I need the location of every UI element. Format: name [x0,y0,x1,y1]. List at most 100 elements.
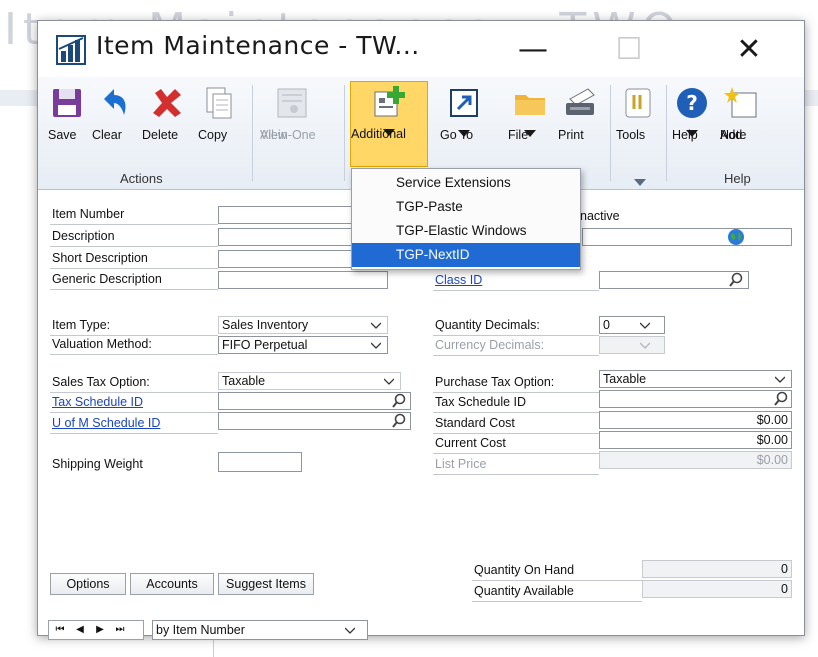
next-record-icon[interactable]: ▶ [91,621,109,639]
row-divider [433,474,599,475]
shipping-weight-field[interactable] [218,452,302,472]
note-icon [724,87,757,118]
last-record-icon[interactable]: ⏭ [111,621,129,639]
tax-schedule-id-link[interactable]: Tax Schedule ID [52,395,143,409]
current-cost-field[interactable]: $0.00 [599,431,792,449]
sales-tax-option-dropdown[interactable]: Taxable [218,372,401,390]
row-divider [50,289,218,290]
description-extra-field[interactable] [582,228,792,246]
purchase-tax-schedule-id-label: Tax Schedule ID [435,395,527,409]
clear-button[interactable]: Clear [92,83,136,163]
quantity-decimals-dropdown[interactable]: 0 [599,316,665,334]
quantity-on-hand-field: 0 [642,560,792,578]
item-number-field[interactable] [218,206,353,224]
tools-button[interactable]: Tools [616,83,660,163]
save-icon [53,89,81,117]
chevron-down-icon [640,342,650,349]
u-of-m-schedule-id-link[interactable]: U of M Schedule ID [52,416,160,430]
window-title: Item Maintenance - TW... [96,31,420,60]
chevron-down-icon [640,322,650,329]
purchase-tax-option-value: Taxable [603,372,647,386]
row-divider [50,268,218,269]
help-button[interactable]: ? Help [672,83,712,163]
all-in-one-view-button[interactable]: All-in-One View [260,83,324,163]
menu-item-service-extensions[interactable]: Service Extensions [352,171,580,195]
tools-icon [625,88,651,118]
tax-schedule-id-field[interactable] [218,392,411,410]
generic-description-field[interactable] [218,271,388,289]
sort-by-dropdown[interactable]: by Item Number [152,620,368,640]
row-divider [50,354,218,355]
copy-button[interactable]: Copy [198,83,240,163]
row-divider [472,601,642,602]
quantity-available-label: Quantity Available [474,584,574,598]
ribbon-group-actions: Actions [120,171,163,186]
quantity-decimals-label: Quantity Decimals: [435,318,540,332]
minimize-button[interactable]: — [498,21,568,77]
class-id-link[interactable]: Class ID [435,273,482,287]
purchase-tax-schedule-id-field[interactable] [599,390,792,408]
short-description-label: Short Description [52,251,148,265]
globe-icon[interactable] [727,228,745,246]
row-divider [50,224,218,225]
accounts-button[interactable]: Accounts [130,573,214,595]
save-button[interactable]: Save [48,83,86,163]
row-divider [433,412,599,413]
ribbon-separator [344,85,345,181]
short-description-field[interactable] [218,250,353,268]
svg-text:?: ? [686,91,698,115]
description-field[interactable] [218,228,353,246]
delete-button[interactable]: Delete [142,83,192,163]
quantity-decimals-value: 0 [603,318,610,332]
undo-icon [104,89,126,115]
lookup-icon[interactable] [391,393,407,409]
options-button[interactable]: Options [50,573,126,595]
goto-button[interactable]: Go To [440,83,488,163]
printer-icon [566,88,595,115]
additional-button[interactable]: Additional [350,81,428,167]
lookup-icon[interactable] [773,391,789,407]
inactive-checkbox-label[interactable]: nactive [580,209,620,223]
first-record-icon[interactable]: ⏮ [51,621,69,639]
sales-tax-option-label: Sales Tax Option: [52,375,150,389]
lookup-icon[interactable] [728,272,744,288]
menu-item-tgp-paste[interactable]: TGP-Paste [352,195,580,219]
ribbon-group-help: Help [724,171,751,186]
item-type-label: Item Type: [52,318,111,332]
valuation-method-dropdown[interactable]: FIFO Perpetual [218,336,388,354]
row-divider [433,355,599,356]
standard-cost-label: Standard Cost [435,416,515,430]
description-label: Description [52,229,115,243]
list-price-field: $0.00 [599,451,792,469]
row-divider [50,246,218,247]
class-id-field[interactable] [599,271,749,289]
item-type-dropdown[interactable]: Sales Inventory [218,316,388,334]
sales-tax-option-value: Taxable [222,374,266,388]
maximize-button[interactable]: ☐ [594,21,664,77]
row-divider [50,392,218,393]
row-divider [50,433,218,434]
additional-icon [374,86,405,117]
quantity-available-field: 0 [642,580,792,598]
purchase-tax-option-dropdown[interactable]: Taxable [599,370,792,388]
all-in-one-view-icon [277,88,307,118]
row-divider [50,335,218,336]
file-button[interactable]: File [508,83,552,163]
add-note-button[interactable]: Add Note [720,83,764,163]
title-bar: Item Maintenance - TW... — ☐ ✕ [38,21,804,77]
previous-record-icon[interactable]: ◀ [71,621,89,639]
suggest-items-button[interactable]: Suggest Items [218,573,314,595]
valuation-method-label: Valuation Method: [52,337,152,351]
print-button[interactable]: Print [558,83,602,163]
menu-item-tgp-elastic-windows[interactable]: TGP-Elastic Windows [352,219,580,243]
shipping-weight-label: Shipping Weight [52,457,143,471]
chevron-down-icon [775,376,785,383]
lookup-icon[interactable] [391,413,407,429]
menu-item-tgp-nextid[interactable]: TGP-NextID [352,243,580,267]
ribbon-separator [666,85,667,181]
close-button[interactable]: ✕ [714,21,784,77]
tools-chevron-icon[interactable] [634,179,646,186]
u-of-m-schedule-id-field[interactable] [218,412,411,430]
row-divider [472,580,642,581]
standard-cost-field[interactable]: $0.00 [599,411,792,429]
